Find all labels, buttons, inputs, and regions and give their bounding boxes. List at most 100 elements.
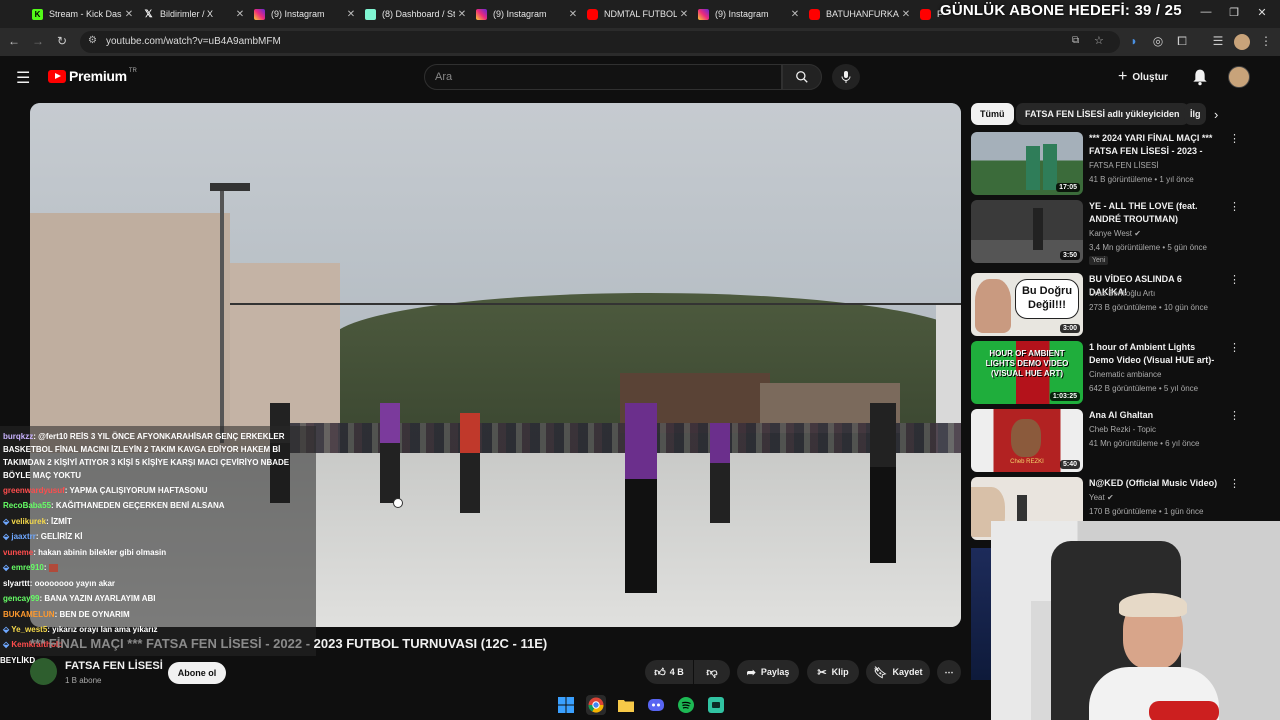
recommended-video[interactable]: Bu Doğru Değil!!! 3:00 BU VİDEO ASLINDA … xyxy=(971,273,1251,337)
profile-avatar[interactable] xyxy=(1234,34,1250,50)
tab-instagram-1[interactable]: (9) Instagram ✕ xyxy=(250,4,358,24)
chat-message: burqkzz: @fert10 REİS 3 YIL ÖNCE AFYONKA… xyxy=(3,432,285,441)
recommended-channel[interactable]: FATSA FEN LİSESİ xyxy=(1089,161,1159,170)
video-frame-building xyxy=(30,213,230,453)
recommended-title[interactable]: 1 hour of Ambient Lights Demo Video (Vis… xyxy=(1089,341,1221,367)
close-window-icon[interactable]: ✕ xyxy=(1252,6,1272,19)
share-button[interactable]: ➦ Paylaş xyxy=(737,660,799,684)
close-icon[interactable]: ✕ xyxy=(455,9,469,20)
close-icon[interactable]: ✕ xyxy=(788,9,802,20)
close-icon[interactable]: ✕ xyxy=(899,9,913,20)
tab-instagram-3[interactable]: (9) Instagram ✕ xyxy=(694,4,802,24)
more-options-icon[interactable]: ⋮ xyxy=(1229,132,1240,145)
youtube-icon xyxy=(920,8,931,20)
site-info-icon[interactable]: ⚙ xyxy=(88,35,97,46)
video-thumbnail[interactable]: 17:05 xyxy=(971,132,1083,195)
recommended-channel[interactable]: Cinematic ambiance xyxy=(1089,370,1161,379)
close-icon[interactable]: ✕ xyxy=(677,9,691,20)
recommended-title[interactable]: Ana Al Ghaltan xyxy=(1089,409,1221,422)
reload-icon[interactable]: ↻ xyxy=(54,34,70,48)
recommended-meta: 642 B görüntüleme • 5 yıl önce xyxy=(1089,384,1199,393)
spotify-icon[interactable] xyxy=(676,695,696,715)
search-button[interactable] xyxy=(782,64,822,90)
close-icon[interactable]: ✕ xyxy=(233,9,247,20)
youtube-logo[interactable]: Premium TR xyxy=(48,68,137,84)
reading-list-icon[interactable]: ☰ xyxy=(1210,34,1226,48)
minimize-icon[interactable]: — xyxy=(1196,6,1216,18)
like-button[interactable]: 👍︎ 4 B xyxy=(645,660,693,684)
partial-thumbnail[interactable] xyxy=(971,548,991,680)
tab-streamlabs-dashboard[interactable]: (8) Dashboard / Streamlabs ✕ xyxy=(361,4,469,24)
extension-voice-icon[interactable]: ◗ xyxy=(1126,34,1142,48)
thumbnail-speech-bubble: Bu Doğru Değil!!! xyxy=(1015,279,1079,319)
streamlabs-icon[interactable] xyxy=(706,695,726,715)
video-thumbnail[interactable]: HOUR OF AMBIENT LIGHTS DEMO VIDEO (VISUA… xyxy=(971,341,1083,404)
create-button[interactable]: + Oluştur xyxy=(1118,68,1168,86)
video-duration: 3:00 xyxy=(1059,324,1080,333)
video-thumbnail[interactable]: Bu Doğru Değil!!! 3:00 xyxy=(971,273,1083,336)
recommended-channel[interactable]: Cheb Rezki - Topic xyxy=(1089,425,1156,434)
recommended-meta: 41 B görüntüleme • 1 yıl önce xyxy=(1089,175,1194,184)
chip-related[interactable]: İlg xyxy=(1184,103,1206,125)
recommended-video[interactable]: HOUR OF AMBIENT LIGHTS DEMO VIDEO (VISUA… xyxy=(971,341,1251,405)
clip-button[interactable]: ✂ Klip xyxy=(807,660,859,684)
dislike-button[interactable]: 👎︎ xyxy=(694,660,730,684)
instagram-icon xyxy=(254,8,265,20)
instagram-icon xyxy=(698,8,709,20)
address-bar[interactable]: ⚙ youtube.com/watch?v=uB4A9ambMFM ⧉ ☆ xyxy=(80,31,1120,53)
more-options-icon[interactable]: ⋮ xyxy=(1229,200,1240,213)
close-icon[interactable]: ✕ xyxy=(566,9,580,20)
more-options-icon[interactable]: ⋮ xyxy=(1229,341,1240,354)
notifications-bell-icon[interactable] xyxy=(1192,68,1208,91)
more-actions-button[interactable]: ⋯ xyxy=(937,660,961,684)
subscribe-button[interactable]: Abone ol xyxy=(168,662,226,684)
voice-search-button[interactable] xyxy=(832,64,860,90)
browser-menu-icon[interactable]: ⋮ xyxy=(1258,34,1274,48)
chip-all[interactable]: Tümü xyxy=(971,103,1014,125)
account-avatar[interactable] xyxy=(1228,66,1250,88)
tab-kick-dashboard[interactable]: K Stream - Kick Dashboard ✕ xyxy=(28,4,136,24)
search-icon xyxy=(796,71,808,83)
close-icon[interactable]: ✕ xyxy=(344,9,358,20)
recommended-video[interactable]: Cheb REZKI 5:40 Ana Al Ghaltan Cheb Rezk… xyxy=(971,409,1251,473)
extensions-puzzle-icon[interactable]: ⧠ xyxy=(1174,34,1190,49)
tab-instagram-2[interactable]: (9) Instagram ✕ xyxy=(472,4,580,24)
recommended-channel[interactable]: Uras Benlioğlu Artı xyxy=(1089,289,1155,298)
more-options-icon[interactable]: ⋮ xyxy=(1229,477,1240,490)
more-options-icon[interactable]: ⋮ xyxy=(1229,273,1240,286)
recommended-channel[interactable]: Kanye West ✔ xyxy=(1089,229,1141,238)
forward-icon[interactable]: → xyxy=(30,34,46,48)
recommended-title[interactable]: N@KED (Official Music Video) xyxy=(1089,477,1221,490)
close-icon[interactable]: ✕ xyxy=(122,9,136,20)
chrome-icon[interactable] xyxy=(586,695,606,715)
maximize-icon[interactable]: ❐ xyxy=(1224,6,1244,19)
thumbs-up-icon: 👍︎ xyxy=(654,666,666,679)
more-options-icon[interactable]: ⋮ xyxy=(1229,409,1240,422)
chip-from-uploader[interactable]: FATSA FEN LİSESİ adlı yükleyiciden xyxy=(1016,103,1189,125)
recommended-title[interactable]: *** 2024 YARI FİNAL MAÇI *** FATSA FEN L… xyxy=(1089,132,1221,158)
extension-icon[interactable]: ◎ xyxy=(1150,34,1166,48)
cast-icon[interactable]: ⧉ xyxy=(1072,35,1079,46)
recommended-video[interactable]: 17:05 *** 2024 YARI FİNAL MAÇI *** FATSA… xyxy=(971,132,1251,196)
video-thumbnail[interactable]: Cheb REZKI 5:40 xyxy=(971,409,1083,472)
youtube-icon xyxy=(587,8,598,20)
file-explorer-icon[interactable] xyxy=(616,695,636,715)
tab-ndmtal-futbol[interactable]: NDMTAL FUTBOL ✕ xyxy=(583,4,691,24)
verified-icon: ✔ xyxy=(1134,229,1141,238)
discord-icon[interactable] xyxy=(646,695,666,715)
windows-start-icon[interactable] xyxy=(556,695,576,715)
tab-x-notifications[interactable]: 𝕏 Bildirimler / X ✕ xyxy=(139,4,247,24)
bookmark-star-icon[interactable]: ☆ xyxy=(1094,34,1104,47)
recommended-video[interactable]: 3:50 YE - ALL THE LOVE (feat. ANDRÉ TROU… xyxy=(971,200,1251,265)
back-icon[interactable]: ← xyxy=(6,34,22,48)
save-button[interactable]: 🔖︎ Kaydet xyxy=(866,660,930,684)
channel-name[interactable]: FATSA FEN LİSESİ xyxy=(65,660,163,672)
video-thumbnail[interactable]: 3:50 xyxy=(971,200,1083,263)
hamburger-menu-icon[interactable]: ☰ xyxy=(16,68,30,88)
chevron-right-icon[interactable]: › xyxy=(1214,107,1218,122)
tab-batuhanfurkan[interactable]: BATUHANFURKAN ✕ xyxy=(805,4,913,24)
recommended-channel[interactable]: Yeat ✔ xyxy=(1089,493,1114,502)
search-input[interactable]: Ara xyxy=(424,64,782,90)
channel-avatar[interactable] xyxy=(30,658,57,685)
recommended-title[interactable]: YE - ALL THE LOVE (feat. ANDRÉ TROUTMAN) xyxy=(1089,200,1221,226)
